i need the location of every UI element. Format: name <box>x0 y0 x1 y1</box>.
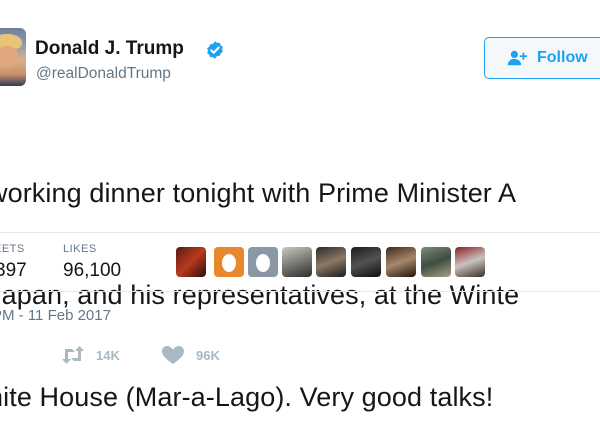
like-action[interactable]: 96K <box>160 345 220 365</box>
liker-avatar[interactable] <box>316 247 346 277</box>
egg-icon <box>256 254 270 272</box>
retweets-label: EETS <box>0 243 25 255</box>
stats-bottom-divider <box>0 291 600 292</box>
follow-user-icon <box>507 50 527 66</box>
retweet-icon <box>62 346 84 364</box>
tweet-line: nite House (Mar-a-Lago). Very good talks… <box>0 382 494 412</box>
follow-button[interactable]: Follow <box>484 37 600 79</box>
liker-avatar[interactable] <box>176 247 206 277</box>
retweet-count: 14K <box>96 347 120 363</box>
profile-avatar[interactable] <box>0 28 26 86</box>
liker-avatar[interactable] <box>386 247 416 277</box>
liker-avatar[interactable] <box>282 247 312 277</box>
user-handle[interactable]: @realDonaldTrump <box>36 65 171 83</box>
like-count: 96K <box>196 347 220 363</box>
stats-top-divider <box>0 232 600 233</box>
tweet-line: working dinner tonight with Prime Minist… <box>0 178 517 208</box>
liker-avatar-egg[interactable] <box>214 247 244 277</box>
liker-avatar-egg[interactable] <box>248 247 278 277</box>
liker-avatar[interactable] <box>421 247 451 277</box>
retweet-action[interactable]: 14K <box>60 345 120 365</box>
retweets-count[interactable]: 397 <box>0 260 27 282</box>
egg-icon <box>222 254 236 272</box>
tweet-timestamp[interactable]: PM - 11 Feb 2017 <box>0 307 111 324</box>
follow-label: Follow <box>537 49 588 66</box>
avatar-face <box>0 46 18 68</box>
liker-avatar[interactable] <box>455 247 485 277</box>
liker-avatar[interactable] <box>351 247 381 277</box>
likes-count[interactable]: 96,100 <box>63 260 121 282</box>
likes-label: LIKES <box>63 243 97 255</box>
verified-badge-icon <box>207 41 223 59</box>
display-name[interactable]: Donald J. Trump <box>35 38 184 60</box>
heart-icon <box>162 346 184 364</box>
